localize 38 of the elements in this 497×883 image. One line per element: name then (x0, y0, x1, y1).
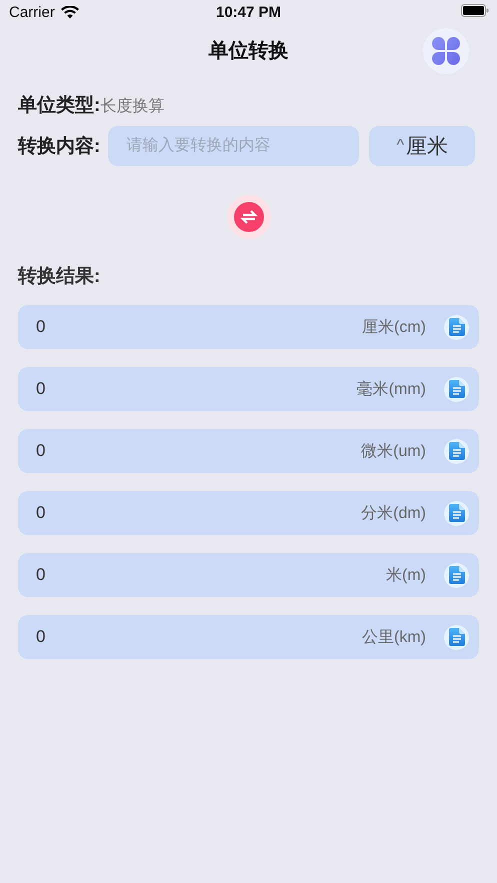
copy-button[interactable] (444, 624, 469, 650)
carrier-name: Carrier (9, 4, 55, 21)
four-petal-icon (431, 36, 461, 66)
document-icon (448, 566, 464, 584)
document-icon (448, 628, 464, 646)
result-value: 0 (36, 503, 46, 523)
unit-type-value: 长度换算 (100, 96, 164, 117)
result-value: 0 (36, 379, 46, 399)
input-field[interactable]: 请输入要转换的内容 (108, 126, 360, 166)
menu-button[interactable] (423, 28, 469, 74)
result-unit: 分米(dm) (361, 504, 426, 524)
result-unit: 微米(um) (361, 442, 426, 462)
document-icon (448, 318, 464, 336)
unit-type-label: 单位类型: (18, 94, 100, 118)
result-value: 0 (36, 441, 46, 461)
result-unit: 米(m) (386, 566, 426, 586)
copy-button[interactable] (444, 438, 469, 464)
results-title: 转换结果: (18, 265, 102, 289)
result-unit: 公里(km) (362, 628, 426, 648)
result-unit: 厘米(cm) (362, 318, 426, 338)
swap-button[interactable] (226, 195, 270, 239)
result-value: 0 (36, 565, 46, 585)
document-icon (448, 504, 464, 522)
wifi-icon (60, 6, 79, 19)
result-unit: 毫米(mm) (356, 380, 426, 400)
copy-button[interactable] (444, 500, 469, 526)
battery-icon (461, 4, 489, 16)
clock-time: 10:47 PM (216, 4, 282, 21)
document-icon (448, 442, 464, 460)
copy-button[interactable] (444, 314, 469, 340)
screen-title: 单位转换 (208, 38, 288, 64)
unit-dropdown-button[interactable]: ^厘米 (369, 126, 476, 166)
copy-button[interactable] (444, 376, 469, 402)
document-icon (448, 380, 464, 398)
result-value: 0 (36, 627, 46, 647)
input-label: 转换内容: (18, 134, 100, 159)
result-value: 0 (36, 317, 46, 337)
copy-button[interactable] (444, 562, 469, 588)
